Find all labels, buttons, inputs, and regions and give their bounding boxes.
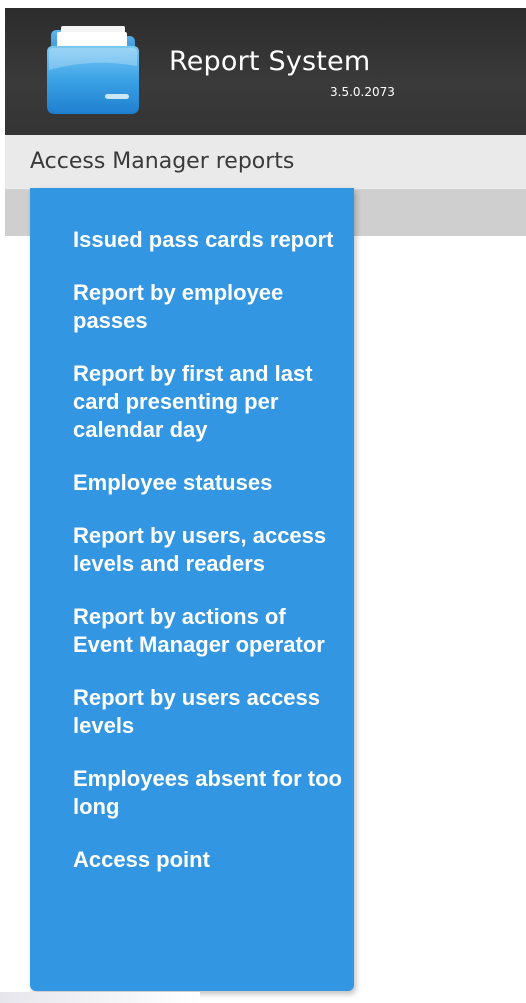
app-version: 3.5.0.2073 [330, 85, 395, 99]
app-header: Report System 3.5.0.2073 [5, 8, 526, 135]
app-title: Report System [169, 46, 371, 77]
menu-item-users-access-levels[interactable]: Report by users access levels [73, 684, 343, 740]
reports-list: Issued pass cards report Report by emplo… [73, 226, 343, 899]
reports-dropdown-menu: Issued pass cards report Report by emplo… [30, 188, 354, 991]
menu-item-employee-statuses[interactable]: Employee statuses [73, 469, 343, 497]
menu-item-issued-pass-cards-report[interactable]: Issued pass cards report [73, 226, 343, 254]
menu-item-employees-absent-too-long[interactable]: Employees absent for too long [73, 765, 343, 821]
access-manager-reports-menu[interactable]: Access Manager reports [30, 149, 294, 174]
menu-item-first-last-card-presenting[interactable]: Report by first and last card presenting… [73, 360, 343, 444]
menu-bar: Access Manager reports [5, 135, 526, 190]
bottom-shadow [0, 992, 200, 1003]
folder-icon [43, 22, 143, 116]
menu-item-users-access-levels-readers[interactable]: Report by users, access levels and reade… [73, 522, 343, 578]
menu-item-access-point[interactable]: Access point [73, 846, 343, 874]
menu-item-event-manager-operator-actions[interactable]: Report by actions of Event Manager opera… [73, 603, 343, 659]
menu-item-report-by-employee-passes[interactable]: Report by employee passes [73, 279, 343, 335]
